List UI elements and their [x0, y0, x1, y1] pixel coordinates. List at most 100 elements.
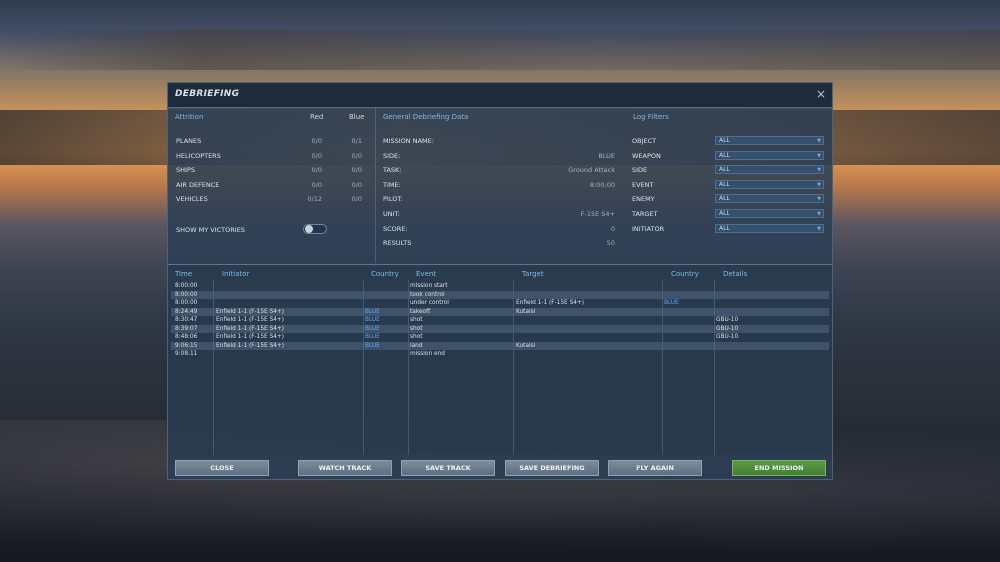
chevron-down-icon: ▼ [817, 196, 821, 203]
show-victories-toggle[interactable] [303, 224, 327, 234]
log-cell-country2: BLUE [664, 300, 679, 306]
chevron-down-icon: ▼ [817, 167, 821, 174]
attrition-row-label: VEHICLES [176, 195, 208, 204]
log-cell-time: 8:00:00 [175, 283, 198, 289]
filter-select-value: ALL [719, 166, 730, 174]
log-cell-country: BLUE [365, 325, 380, 332]
filter-label: TARGET [632, 210, 658, 218]
log-header-country[interactable]: Country [371, 270, 399, 278]
log-cell-target: Enfield 1-1 (F-15E S4+) [516, 300, 585, 306]
chevron-down-icon: ▼ [817, 225, 821, 232]
close-button[interactable]: CLOSE [175, 460, 269, 476]
log-header-country-target[interactable]: Country [671, 270, 699, 278]
log-header-target[interactable]: Target [522, 270, 544, 278]
log-header-details[interactable]: Details [723, 270, 747, 278]
log-cell-target: Kutaisi [516, 342, 536, 349]
filter-select-value: ALL [719, 195, 730, 203]
attrition-row-red: 0/0 [311, 180, 322, 189]
table-row[interactable]: 8:24:49 Enfield 1-1 (F-15E S4+) BLUE takeof… [171, 307, 829, 316]
filter-label: SIDE [632, 166, 648, 175]
attrition-heading: Attrition [175, 113, 204, 121]
filter-select-side[interactable]: ALL ▼ [715, 165, 824, 175]
save-debriefing-button[interactable]: SAVE DEBRIEFING [505, 460, 599, 476]
log-header-initiator[interactable]: Initiator [222, 270, 249, 278]
chevron-down-icon: ▼ [817, 152, 821, 159]
toggle-knob [305, 225, 313, 233]
log-cell-time: 8:39:07 [175, 325, 198, 332]
filter-label: INITIATOR [632, 224, 665, 233]
log-filters-heading: Log Filters [633, 113, 669, 121]
filter-select-event[interactable]: ALL ▼ [715, 179, 824, 189]
log-cell-initiator: Enfield 1-1 (F-15E S4+) [216, 325, 285, 332]
log-cell-event: shot [410, 334, 423, 340]
end-mission-button[interactable]: END MISSION [732, 460, 826, 476]
general-row-value: 0 [610, 224, 615, 233]
log-cell-time: 9:06:15 [175, 342, 198, 349]
log-cell-target: Kutaisi [516, 308, 536, 315]
general-heading: General Debriefing Data [383, 113, 469, 121]
filter-select-weapon[interactable]: ALL ▼ [715, 150, 824, 160]
table-row[interactable]: 9:06:15 Enfield 1-1 (F-15E S4+) BLUE land Ku… [171, 341, 829, 350]
log-cell-event: mission start [410, 283, 448, 289]
log-cell-time: 8:48:06 [175, 334, 198, 340]
log-cell-time: 8:24:49 [175, 308, 198, 315]
general-row-value: 8:00:00 [589, 180, 615, 189]
filter-select-value: ALL [719, 224, 730, 232]
table-row[interactable]: 8:00:00 took control [171, 290, 829, 299]
attrition-row-red: 0/0 [311, 151, 322, 160]
close-icon[interactable]: × [816, 87, 826, 101]
table-row[interactable]: 9:08:11 mission end [171, 350, 829, 358]
attrition-row-label: AIR DEFENCE [176, 180, 220, 189]
log-cell-event: takeoff [410, 308, 431, 315]
save-track-button[interactable]: SAVE TRACK [401, 460, 495, 476]
filter-select-target[interactable]: ALL ▼ [715, 209, 824, 218]
log-cell-initiator: Enfield 1-1 (F-15E S4+) [216, 308, 285, 315]
log-cell-event: shot [410, 325, 423, 332]
log-header-event[interactable]: Event [416, 270, 436, 278]
general-row-value: F-15E S4+ [580, 210, 615, 218]
general-row-label: PILOT: [383, 195, 403, 204]
log-cell-initiator: Enfield 1-1 (F-15E S4+) [216, 342, 285, 349]
watch-track-button[interactable]: WATCH TRACK [298, 460, 392, 476]
attrition-row-red: 0/12 [307, 195, 322, 204]
fly-again-button[interactable]: FLY AGAIN [608, 460, 702, 476]
table-row[interactable]: 8:00:00 under control Enfield 1-1 (F-15E S… [171, 299, 829, 307]
log-cell-details: GBU-10 [716, 334, 739, 340]
divider [375, 107, 376, 263]
show-victories-label: SHOW MY VICTORIES [176, 226, 245, 234]
table-row[interactable]: 8:39:07 Enfield 1-1 (F-15E S4+) BLUE shot GB… [171, 324, 829, 333]
filter-label: ENEMY [632, 195, 655, 204]
log-cell-event: mission end [410, 351, 445, 357]
filter-select-object[interactable]: ALL ▼ [715, 136, 824, 145]
log-cell-country: BLUE [365, 317, 380, 323]
filter-select-enemy[interactable]: ALL ▼ [715, 194, 824, 204]
chevron-down-icon: ▼ [817, 181, 821, 188]
general-row-label: UNIT: [383, 210, 400, 218]
filter-select-value: ALL [719, 210, 730, 217]
log-cell-time: 8:30:47 [175, 317, 198, 323]
attrition-col-blue: Blue [349, 113, 365, 121]
log-cell-event: land [410, 342, 423, 349]
general-row-label: TASK: [383, 166, 402, 175]
filter-select-initiator[interactable]: ALL ▼ [715, 223, 824, 233]
log-cell-details: GBU-10 [716, 325, 739, 332]
attrition-row-blue: 0/1 [351, 137, 362, 145]
general-row-value: BLUE [598, 151, 615, 160]
filter-select-value: ALL [719, 137, 730, 144]
filter-select-value: ALL [719, 151, 730, 159]
log-cell-initiator: Enfield 1-1 (F-15E S4+) [216, 334, 285, 340]
event-log[interactable]: Time Initiator Country Event Target Coun… [168, 264, 832, 455]
attrition-col-red: Red [310, 113, 324, 121]
table-row[interactable]: 8:48:06 Enfield 1-1 (F-15E S4+) BLUE shot GB… [171, 333, 829, 341]
log-cell-country: BLUE [365, 334, 380, 340]
log-header-time[interactable]: Time [175, 270, 192, 278]
attrition-row-blue: 0/0 [351, 195, 362, 204]
log-cell-country: BLUE [365, 308, 380, 315]
attrition-row-blue: 0/0 [351, 166, 362, 175]
table-row[interactable]: 8:00:00 mission start [171, 282, 829, 290]
general-row-label: TIME: [383, 180, 401, 189]
attrition-row-blue: 0/0 [351, 151, 362, 160]
table-row[interactable]: 8:30:47 Enfield 1-1 (F-15E S4+) BLUE shot GB… [171, 316, 829, 324]
attrition-row-label: HELICOPTERS [176, 151, 221, 160]
general-row-value: Ground Attack [568, 166, 615, 175]
